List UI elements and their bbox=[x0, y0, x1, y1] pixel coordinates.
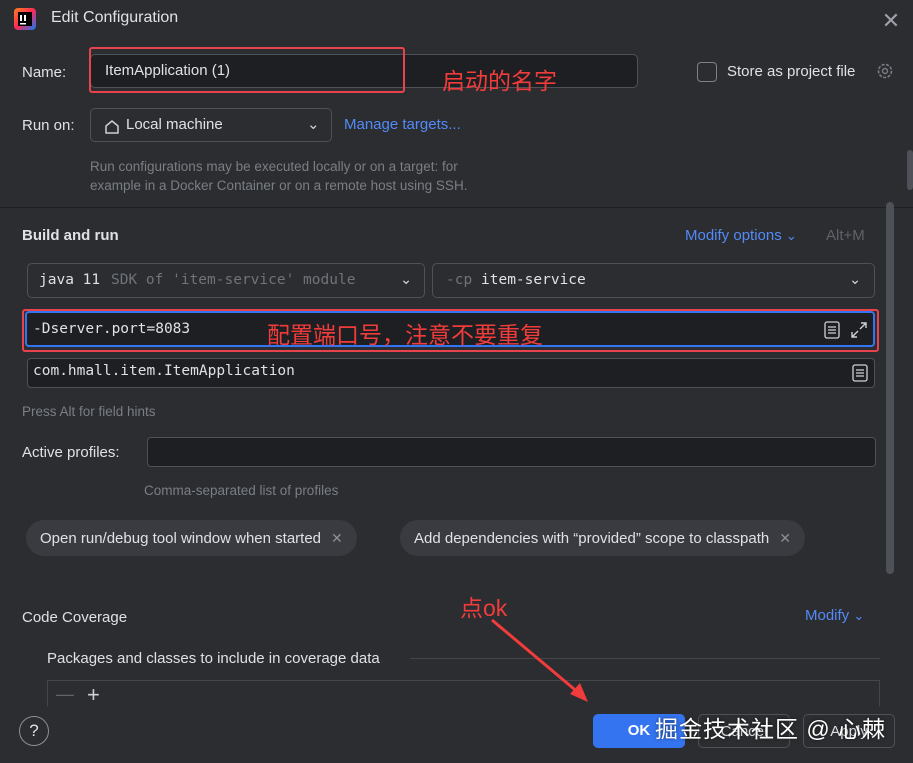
chevron-down-icon: ⌄ bbox=[853, 608, 865, 623]
close-icon[interactable]: ✕ bbox=[331, 530, 343, 546]
chevron-down-icon: ⌄ bbox=[785, 228, 797, 243]
packages-label: Packages and classes to include in cover… bbox=[47, 650, 380, 667]
active-profiles-label: Active profiles: bbox=[22, 444, 120, 461]
chip-provided-scope[interactable]: Add dependencies with “provided” scope t… bbox=[400, 520, 805, 556]
main-class-value: com.hmall.item.ItemApplication bbox=[33, 363, 295, 379]
field-hints-text: Press Alt for field hints bbox=[22, 404, 156, 419]
run-on-hint-line1: Run configurations may be executed local… bbox=[90, 159, 458, 174]
scrollbar-thumb[interactable] bbox=[886, 202, 894, 574]
home-icon bbox=[103, 116, 121, 134]
build-and-run-title: Build and run bbox=[22, 227, 119, 244]
name-label: Name: bbox=[22, 64, 67, 81]
arrow-annotation bbox=[491, 618, 588, 702]
active-profiles-hint: Comma-separated list of profiles bbox=[144, 483, 339, 498]
store-as-project-file-label: Store as project file bbox=[727, 63, 856, 80]
chip-label: Open run/debug tool window when started bbox=[40, 530, 322, 547]
modify-options-label: Modify options bbox=[685, 227, 782, 244]
help-button[interactable]: ? bbox=[19, 716, 49, 746]
close-icon[interactable]: ✕ bbox=[779, 530, 791, 546]
active-profiles-input[interactable] bbox=[147, 437, 876, 467]
sdk-java-version: java 11 bbox=[39, 272, 101, 288]
add-icon[interactable]: + bbox=[87, 682, 100, 708]
chevron-down-icon: ⌄ bbox=[307, 116, 320, 133]
remove-icon[interactable]: — bbox=[56, 684, 74, 705]
run-on-hint-line2: example in a Docker Container or on a re… bbox=[90, 178, 468, 193]
classpath-select[interactable]: -cp item-service ⌄ bbox=[432, 263, 875, 298]
manage-targets-link[interactable]: Manage targets... bbox=[344, 116, 461, 133]
store-as-project-file-checkbox[interactable] bbox=[697, 62, 717, 82]
run-on-value: Local machine bbox=[126, 116, 223, 133]
intellij-app-icon bbox=[14, 8, 36, 30]
vm-options-annotation: 配置端口号，注意不要重复 bbox=[267, 322, 543, 348]
cp-module: item-service bbox=[481, 272, 586, 288]
chip-open-tool-window[interactable]: Open run/debug tool window when started ✕ bbox=[26, 520, 357, 556]
chip-label: Add dependencies with “provided” scope t… bbox=[414, 530, 770, 547]
section-divider bbox=[0, 207, 913, 208]
chevron-down-icon: ⌄ bbox=[400, 272, 413, 288]
close-icon[interactable]: ✕ bbox=[878, 8, 904, 34]
window-title: Edit Configuration bbox=[51, 9, 179, 26]
run-on-select[interactable]: Local machine ⌄ bbox=[90, 108, 332, 142]
coverage-modify-link[interactable]: Modify ⌄ bbox=[805, 607, 864, 624]
code-coverage-title: Code Coverage bbox=[22, 609, 128, 626]
gear-icon[interactable] bbox=[875, 61, 895, 81]
main-class-input[interactable]: com.hmall.item.ItemApplication bbox=[27, 358, 875, 388]
cp-prefix: -cp bbox=[446, 272, 473, 288]
watermark-text: 掘金技术社区 @ 心棘 bbox=[655, 716, 887, 742]
modify-options-shortcut: Alt+M bbox=[826, 227, 865, 244]
modify-options-link[interactable]: Modify options ⌄ bbox=[685, 227, 797, 244]
sdk-module-label: SDK of 'item-service' module bbox=[111, 272, 356, 288]
name-highlight-box bbox=[89, 47, 405, 93]
sdk-select[interactable]: java 11 SDK of 'item-service' module ⌄ bbox=[27, 263, 425, 298]
run-on-label: Run on: bbox=[22, 117, 75, 134]
coverage-modify-label: Modify bbox=[805, 607, 850, 624]
browse-class-icon[interactable] bbox=[852, 364, 868, 382]
chevron-down-icon: ⌄ bbox=[849, 272, 862, 288]
name-annotation: 启动的名字 bbox=[442, 68, 557, 94]
outer-scrollbar[interactable] bbox=[907, 150, 913, 190]
packages-list-toolbar bbox=[47, 680, 880, 706]
